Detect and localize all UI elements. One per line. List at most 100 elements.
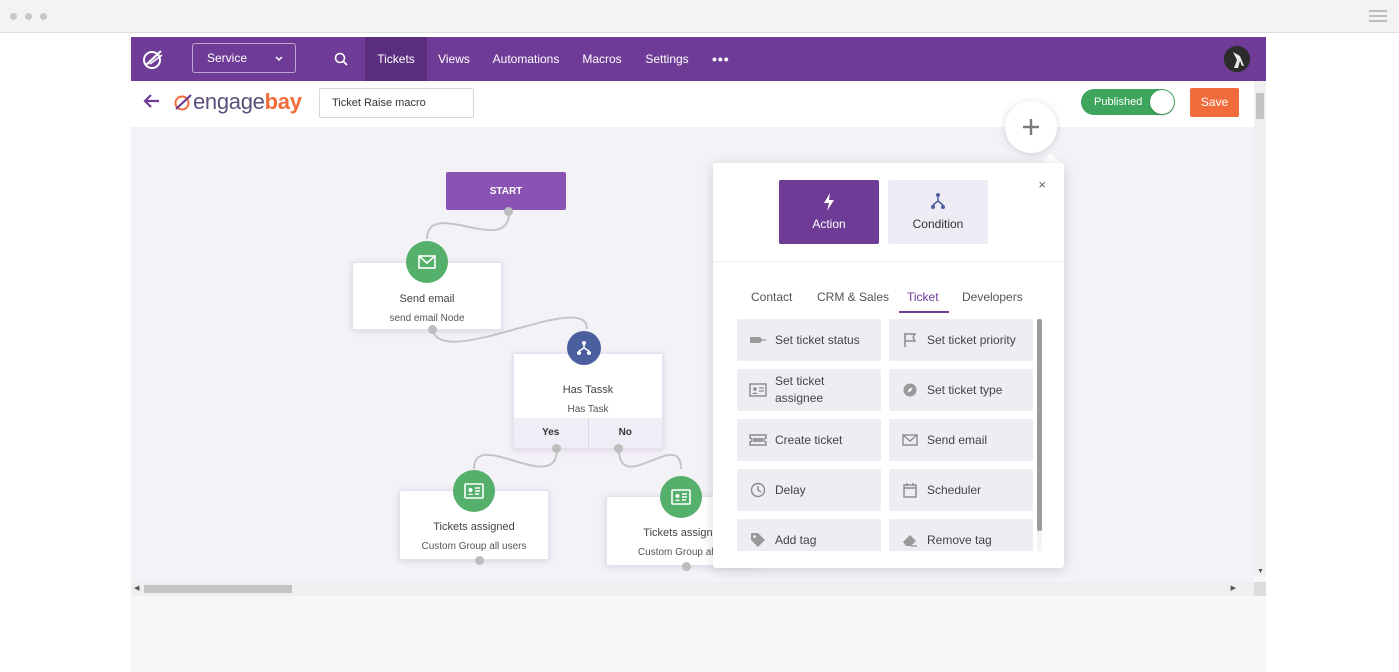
tab-crm-sales[interactable]: CRM & Sales <box>817 290 889 304</box>
vertical-scrollbar-thumb[interactable] <box>1256 93 1264 119</box>
horizontal-scrollbar[interactable]: ◀ ▶ <box>131 582 1254 596</box>
no-output-port[interactable] <box>614 444 623 453</box>
close-icon[interactable]: × <box>1038 177 1046 192</box>
tile-label: Remove tag <box>927 532 992 547</box>
nav-item-settings[interactable]: Settings <box>639 37 695 81</box>
tile-label: Set ticket assignee <box>775 374 825 405</box>
branch-no[interactable]: No <box>589 418 663 448</box>
node-title: Tickets assigned <box>433 521 515 533</box>
panel-scrollbar-thumb[interactable] <box>1037 319 1042 531</box>
branch-yes[interactable]: Yes <box>514 418 589 448</box>
tile-label: Set ticket priority <box>927 332 1016 347</box>
condition-branch-icon <box>567 331 601 365</box>
service-select[interactable]: Service <box>192 43 296 73</box>
id-card-icon <box>453 470 495 512</box>
app-window: Service Tickets Views Automations Macros… <box>131 37 1266 672</box>
node-title: Send email <box>399 293 455 305</box>
branch-bar: Yes No <box>514 418 662 448</box>
engagebay-mark-icon <box>174 94 192 111</box>
tile-label: Scheduler <box>927 482 982 497</box>
editor-header: engagebay Ticket Raise macro Published S… <box>131 81 1254 127</box>
nav-item-macros[interactable]: Macros <box>578 37 626 81</box>
published-toggle[interactable]: Published <box>1081 89 1175 115</box>
nav-item-views[interactable]: Views <box>430 37 478 81</box>
has-task-node[interactable]: Has Tassk Has Task Yes No <box>513 353 663 449</box>
tile-label: Set ticket status <box>775 332 860 347</box>
window-dot <box>10 13 17 20</box>
start-output-port[interactable] <box>504 207 513 216</box>
avatar[interactable] <box>1224 46 1250 72</box>
action-button[interactable]: Action <box>779 180 879 244</box>
service-select-value: Service <box>207 51 248 65</box>
send-email-button[interactable]: Send email <box>889 419 1033 461</box>
start-node[interactable]: START <box>446 172 566 210</box>
add-tag-button[interactable]: Add tag <box>737 519 881 551</box>
lightning-icon <box>779 192 879 212</box>
set-ticket-type-button[interactable]: Set ticket type <box>889 369 1033 411</box>
more-menu-icon[interactable]: ••• <box>712 51 730 67</box>
delay-button[interactable]: Delay <box>737 469 881 511</box>
tab-ticket[interactable]: Ticket <box>907 290 939 304</box>
tile-label: Create ticket <box>775 432 843 447</box>
compass-icon <box>901 381 919 399</box>
toggle-knob <box>1150 90 1174 114</box>
window-dot <box>40 13 47 20</box>
node-subtitle: Custom Group all users <box>421 541 527 552</box>
create-ticket-button[interactable]: Create ticket <box>737 419 881 461</box>
calendar-icon <box>901 481 919 499</box>
top-nav: Service Tickets Views Automations Macros… <box>131 37 1266 81</box>
save-button[interactable]: Save <box>1190 88 1239 117</box>
nav-item-tickets[interactable]: Tickets <box>365 37 427 81</box>
node-output-port[interactable] <box>428 325 437 334</box>
horizontal-scrollbar-thumb[interactable] <box>144 585 292 593</box>
nav-item-automations[interactable]: Automations <box>488 37 564 81</box>
remove-tag-button[interactable]: Remove tag <box>889 519 1033 551</box>
brand-logo: engagebay <box>173 89 302 115</box>
plus-icon <box>1023 119 1039 135</box>
vertical-scrollbar[interactable]: ▼ <box>1254 81 1266 576</box>
window-dot <box>25 13 32 20</box>
node-subtitle: Has Task <box>567 404 609 415</box>
set-ticket-priority-button[interactable]: Set ticket priority <box>889 319 1033 361</box>
scheduler-button[interactable]: Scheduler <box>889 469 1033 511</box>
published-label: Published <box>1094 96 1143 108</box>
scrollbar-corner <box>1254 582 1266 596</box>
envelope-icon <box>406 241 448 283</box>
yes-output-port[interactable] <box>552 444 561 453</box>
add-step-panel: × Action Condition Contact CRM & Sales T… <box>713 163 1064 568</box>
scroll-down-arrow-icon[interactable]: ▼ <box>1257 568 1264 575</box>
panel-scrollbar[interactable] <box>1037 319 1042 551</box>
brand-prefix: engage <box>193 89 265 114</box>
flow-canvas[interactable]: START Send email send email Node Has Tas… <box>131 101 1254 582</box>
set-ticket-status-button[interactable]: Set ticket status <box>737 319 881 361</box>
engagebay-logo-icon[interactable] <box>131 37 175 81</box>
node-output-port[interactable] <box>682 562 691 571</box>
back-arrow-icon[interactable] <box>143 93 161 114</box>
condition-button[interactable]: Condition <box>888 180 988 244</box>
panel-caret <box>1041 153 1061 163</box>
eraser-icon <box>901 531 919 549</box>
add-node-button[interactable] <box>1005 101 1057 153</box>
node-output-port[interactable] <box>475 556 484 565</box>
tile-label: Send email <box>927 432 988 447</box>
tile-label: Set ticket type <box>927 382 1003 397</box>
tab-developers[interactable]: Developers <box>962 290 1023 304</box>
action-label: Action <box>812 217 846 231</box>
scroll-left-arrow-icon[interactable]: ◀ <box>134 584 139 592</box>
set-ticket-assignee-button[interactable]: Set ticket assignee <box>737 369 881 411</box>
tab-contact[interactable]: Contact <box>751 290 792 304</box>
search-icon[interactable] <box>334 52 348 71</box>
condition-label: Condition <box>912 217 964 231</box>
page-footer-area <box>131 596 1266 672</box>
macro-name-input[interactable]: Ticket Raise macro <box>319 88 474 118</box>
brand-suffix: bay <box>264 89 302 114</box>
scroll-right-arrow-icon[interactable]: ▶ <box>1231 584 1236 592</box>
chevron-down-icon <box>275 56 283 62</box>
hamburger-menu-icon[interactable] <box>1369 10 1387 22</box>
id-card-icon <box>660 476 702 518</box>
tile-label: Delay <box>775 482 806 497</box>
tile-label: Add tag <box>775 532 817 547</box>
active-tab-underline <box>899 311 949 313</box>
node-subtitle: send email Node <box>389 313 465 324</box>
tag-icon <box>749 531 767 549</box>
